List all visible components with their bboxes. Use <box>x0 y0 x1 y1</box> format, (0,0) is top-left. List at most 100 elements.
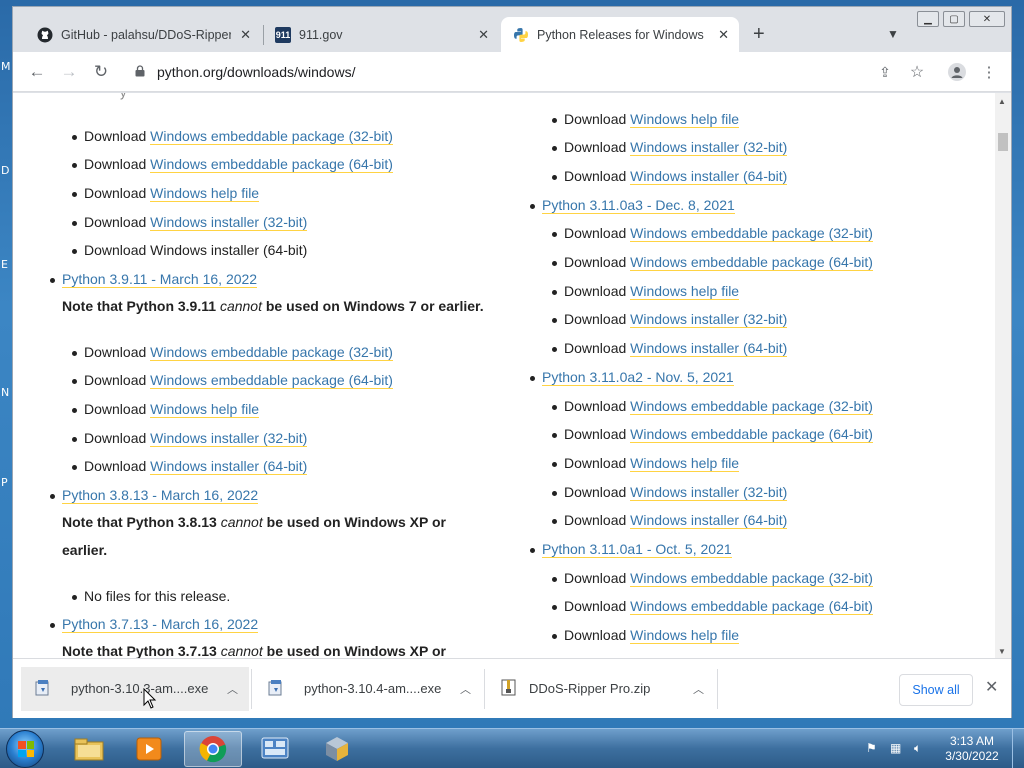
scroll-thumb[interactable] <box>998 133 1008 151</box>
bookmark-star-icon[interactable]: ☆ <box>905 60 929 84</box>
chevron-up-icon[interactable]: ︿ <box>693 681 704 697</box>
show-all-button[interactable]: Show all <box>899 674 973 706</box>
download-link[interactable]: Windows help file <box>150 401 260 418</box>
download-link[interactable]: Windows installer (64-bit) <box>630 168 788 185</box>
explorer-taskbar-button[interactable] <box>60 731 118 767</box>
back-arrow-icon[interactable]: ← <box>25 60 49 84</box>
download-link[interactable]: Windows installer (64-bit) <box>630 512 788 529</box>
close-window-button[interactable]: ✕ <box>969 11 1005 27</box>
bullet <box>552 433 557 438</box>
new-tab-button[interactable]: + <box>753 24 765 44</box>
download-link[interactable]: Windows embeddable package (64-bit) <box>630 426 873 443</box>
release-title: Python 3.7.13 - March 16, 2022 <box>62 616 259 633</box>
share-icon[interactable]: ⇪ <box>873 60 897 84</box>
download-filename: python-3.10.3-am....exe <box>71 681 209 696</box>
close-icon[interactable]: ✕ <box>240 27 251 43</box>
desktop-icon-label-fragment[interactable]: N <box>1 386 9 399</box>
download-prefix: Download <box>564 512 627 528</box>
download-prefix: Download <box>564 283 627 299</box>
divider <box>251 669 252 709</box>
desktop-icon-label-fragment[interactable]: D <box>1 164 9 177</box>
start-button[interactable] <box>6 730 44 768</box>
network-icon[interactable]: ▦ <box>890 741 901 755</box>
tool-taskbar-button[interactable] <box>308 731 366 767</box>
release-link-3-11-0a3[interactable]: Python 3.11.0a3 - Dec. 8, 2021 <box>542 197 735 214</box>
download-link[interactable]: Windows embeddable package (32-bit) <box>150 128 393 145</box>
github-icon <box>37 27 53 43</box>
tab-python-releases[interactable]: Python Releases for Windows | P ✕ <box>501 17 739 52</box>
download-prefix: Download <box>84 372 147 388</box>
chrome-taskbar-button[interactable] <box>184 731 242 767</box>
desktop-icon-label-fragment[interactable]: E <box>1 258 8 271</box>
download-link[interactable]: Windows embeddable package (64-bit) <box>150 156 393 173</box>
forward-arrow-icon[interactable]: → <box>57 60 81 84</box>
download-link[interactable]: Windows help file <box>150 185 260 202</box>
show-desktop-button[interactable] <box>1012 729 1024 768</box>
lock-icon[interactable] <box>135 65 145 77</box>
bullet <box>50 278 55 283</box>
download-line: Download Windows embeddable package (64-… <box>84 156 393 173</box>
download-link[interactable]: Windows installer (32-bit) <box>150 430 308 447</box>
clock[interactable]: 3:13 AM 3/30/2022 <box>944 734 1000 764</box>
download-prefix: Download <box>564 598 627 614</box>
reload-icon[interactable]: ↻ <box>89 60 113 84</box>
tab-911-gov[interactable]: 911 911.gov ✕ <box>263 17 499 52</box>
installer-file-icon <box>268 680 282 696</box>
download-link[interactable]: Windows embeddable package (64-bit) <box>630 598 873 615</box>
chevron-up-icon[interactable]: ︿ <box>460 681 471 697</box>
scroll-up-arrow-icon[interactable]: ▲ <box>998 97 1006 106</box>
download-link[interactable]: Windows installer (32-bit) <box>630 484 788 501</box>
control-panel-taskbar-button[interactable] <box>246 731 304 767</box>
menu-kebab-icon[interactable]: ⋮ <box>977 60 1001 84</box>
installer-file-icon <box>35 680 49 696</box>
download-link[interactable]: Windows embeddable package (32-bit) <box>630 570 873 587</box>
download-link[interactable]: Windows help file <box>630 455 740 472</box>
profile-avatar-icon[interactable] <box>945 60 969 84</box>
release-link-3-9-11[interactable]: Python 3.9.11 - March 16, 2022 <box>62 271 258 288</box>
bullet <box>72 465 77 470</box>
scroll-down-arrow-icon[interactable]: ▼ <box>998 647 1006 656</box>
release-link-3-8-13[interactable]: Python 3.8.13 - March 16, 2022 <box>62 487 259 504</box>
flag-warning-icon[interactable]: ⚑ <box>866 741 877 755</box>
download-link[interactable]: Windows embeddable package (64-bit) <box>150 372 393 389</box>
maximize-button[interactable]: ▢ <box>943 11 965 27</box>
download-line: Download Windows embeddable package (32-… <box>84 344 393 361</box>
chevron-up-icon[interactable]: ︿ <box>227 681 238 697</box>
download-link[interactable]: Windows embeddable package (32-bit) <box>630 398 873 415</box>
note-text: Note that Python 3.8.13 <box>62 514 221 530</box>
close-icon[interactable]: ✕ <box>985 677 998 697</box>
close-icon[interactable]: ✕ <box>478 27 489 43</box>
download-item[interactable]: python-3.10.4-am....exe ︿ <box>254 667 482 711</box>
release-link-3-11-0a1[interactable]: Python 3.11.0a1 - Oct. 5, 2021 <box>542 541 732 558</box>
download-link[interactable]: Windows help file <box>630 111 740 128</box>
desktop-icon-label-fragment[interactable]: P <box>1 476 8 489</box>
volume-icon[interactable]: 🔈︎ <box>914 741 921 756</box>
minimize-button[interactable]: ▁ <box>917 11 939 27</box>
download-link[interactable]: Windows help file <box>630 627 740 644</box>
desktop-icon-label-fragment[interactable]: M <box>1 60 11 73</box>
tab-search-chevron-icon[interactable]: ▼ <box>887 27 899 41</box>
download-item[interactable]: DDoS-Ripper Pro.zip ︿ <box>487 667 715 711</box>
release-link-3-7-13[interactable]: Python 3.7.13 - March 16, 2022 <box>62 616 259 633</box>
vertical-scrollbar[interactable]: ▲ ▼ <box>995 93 1011 658</box>
download-link[interactable]: Windows installer (32-bit) <box>630 311 788 328</box>
tab-github[interactable]: GitHub - palahsu/DDoS-Ripper: D ✕ <box>25 17 261 52</box>
media-player-taskbar-button[interactable] <box>120 731 178 767</box>
download-link[interactable]: Windows embeddable package (32-bit) <box>150 344 393 361</box>
download-item[interactable]: python-3.10.3-am....exe ︿ <box>21 667 249 711</box>
download-link[interactable]: Windows installer (32-bit) <box>630 139 788 156</box>
download-link[interactable]: Windows installer (64-bit) <box>150 242 307 258</box>
download-prefix: Download <box>564 570 627 586</box>
download-link[interactable]: Windows installer (64-bit) <box>150 458 308 475</box>
download-link[interactable]: Windows help file <box>630 283 740 300</box>
address-bar[interactable]: python.org/downloads/windows/ <box>123 57 983 87</box>
close-icon[interactable]: ✕ <box>718 27 729 43</box>
download-prefix: Download <box>84 185 147 201</box>
download-link[interactable]: Windows embeddable package (64-bit) <box>630 254 873 271</box>
download-link[interactable]: Windows installer (64-bit) <box>630 340 788 357</box>
download-link[interactable]: Windows embeddable package (32-bit) <box>630 225 873 242</box>
download-line: Download Windows installer (32-bit) <box>564 139 788 156</box>
download-prefix: Download <box>564 426 627 442</box>
download-link[interactable]: Windows installer (32-bit) <box>150 214 308 231</box>
release-link-3-11-0a2[interactable]: Python 3.11.0a2 - Nov. 5, 2021 <box>542 369 734 386</box>
